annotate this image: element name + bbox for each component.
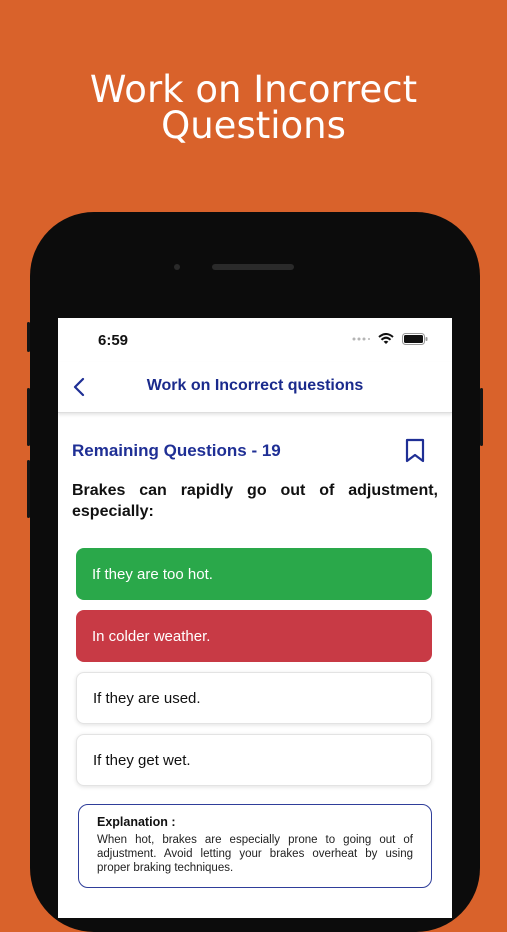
phone-volume-up: [27, 388, 30, 446]
answer-option-label: In colder weather.: [92, 627, 211, 645]
explanation-box: Explanation : When hot, brakes are espec…: [78, 804, 432, 888]
answer-option[interactable]: If they are used.: [76, 672, 432, 724]
explanation-text: When hot, brakes are especially prone to…: [97, 834, 413, 874]
signal-icon: [352, 337, 370, 341]
promo-headline: Work on Incorrect Questions: [0, 68, 507, 147]
promo-headline-line2: Questions: [161, 104, 346, 147]
phone-frame: 6:59 Work on Incorrect questions Remaini…: [27, 212, 483, 932]
remaining-questions-label: Remaining Questions - 19: [72, 441, 281, 460]
status-time: 6:59: [98, 332, 129, 349]
answer-option-label: If they get wet.: [93, 751, 191, 769]
earpiece-speaker: [212, 264, 294, 270]
answer-option-label: If they are too hot.: [92, 565, 213, 583]
phone-mute-switch: [27, 322, 30, 352]
back-button[interactable]: [66, 374, 92, 400]
navigation-bar: Work on Incorrect questions: [58, 362, 452, 413]
phone-power-button: [480, 388, 483, 446]
answer-option-incorrect[interactable]: In colder weather.: [76, 610, 432, 662]
chevron-left-icon: [73, 377, 85, 397]
question-text: Brakes can rapidly go out of adjustment,…: [72, 482, 438, 520]
bookmark-icon: [405, 438, 425, 463]
status-bar: 6:59: [58, 318, 452, 362]
battery-icon: [402, 333, 428, 345]
bookmark-button[interactable]: [404, 438, 426, 464]
page-title: Work on Incorrect questions: [146, 377, 364, 394]
wifi-icon: [378, 333, 394, 344]
answer-option-correct[interactable]: If they are too hot.: [76, 548, 432, 600]
answer-option[interactable]: If they get wet.: [76, 734, 432, 786]
app-screen: 6:59 Work on Incorrect questions Remaini…: [58, 318, 452, 918]
answer-option-label: If they are used.: [93, 689, 201, 707]
front-camera: [174, 264, 180, 270]
status-icons: [352, 332, 428, 346]
phone-volume-down: [27, 460, 30, 518]
explanation-title: Explanation :: [97, 815, 176, 829]
promo-headline-line1: Work on Incorrect: [89, 68, 418, 111]
